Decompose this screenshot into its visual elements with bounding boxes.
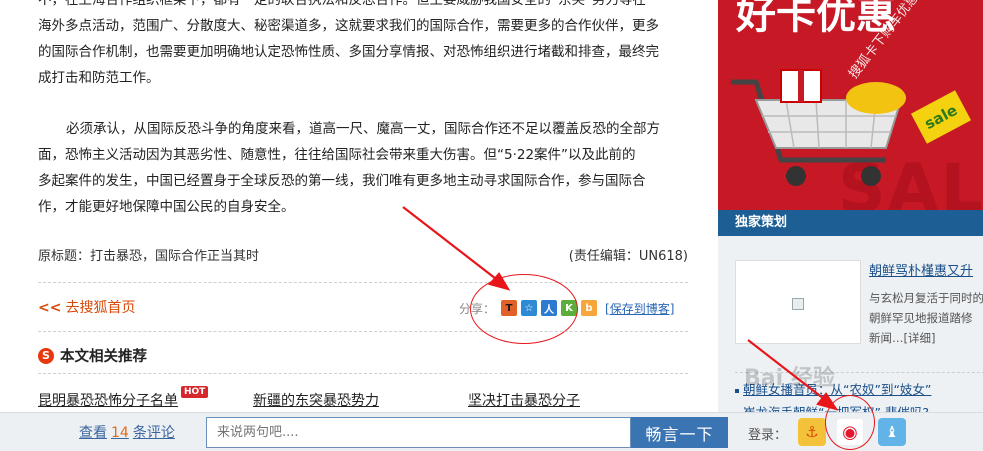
paragraph-line: 不，在上海合作组织框架下，都有一定的联合执法和反恐合作。但主要威胁我国安全的“东… xyxy=(38,0,646,8)
related-link[interactable]: 新疆的东突暴恐势力 xyxy=(253,390,379,410)
paragraph-line: 海外多点活动，范围广、分散度大、秘密渠道多，这就要求我们的国际合作，需要更多的合… xyxy=(38,18,659,34)
feature-title-link[interactable]: 朝鲜骂朴槿惠又升 xyxy=(869,260,973,279)
sohu-home-link[interactable]: << 去搜狐首页 xyxy=(38,297,135,317)
feature-text: 朝鲜罕见地报道踏修 xyxy=(869,311,973,325)
double-chevron-left-icon: << xyxy=(38,300,62,316)
view-suffix: 条评论 xyxy=(132,425,175,441)
article-column: 不，在上海合作组织框架下，都有一定的联合执法和反恐合作。但主要威胁我国安全的“东… xyxy=(0,0,705,451)
original-title: 原标题：打击暴恐，国际合作正当其时 xyxy=(38,249,260,264)
home-link-label: 去搜狐首页 xyxy=(65,300,136,316)
related-heading-label: 本文相关推荐 xyxy=(60,349,147,365)
qq-login-icon[interactable]: ♝ xyxy=(878,418,906,446)
ad-banner[interactable]: SAL 好卡优惠 搜狐卡下购车优惠 sale xyxy=(718,0,983,210)
exclusive-heading: 独家策划 xyxy=(718,210,983,236)
annotation-circle xyxy=(470,274,578,344)
sohu-login-icon[interactable]: ⚓ xyxy=(798,418,826,446)
watermark: Bai 经验 xyxy=(744,366,835,391)
sohu-blog-icon[interactable]: b xyxy=(581,300,598,316)
comment-input[interactable] xyxy=(206,417,631,448)
paragraph-line: 的国际合作机制，也需要更加明确地认定恐怖性质、多国分享情报、对恐怖组织进行堵截和… xyxy=(38,44,659,60)
editor-credit: (责任编辑：UN618) xyxy=(568,249,688,264)
feature-text: 与玄松月复活于同时的 xyxy=(869,291,983,305)
broken-image-icon xyxy=(792,298,804,310)
comment-count: 14 xyxy=(111,425,129,441)
related-link[interactable]: 坚决打击暴恐分子 xyxy=(468,390,580,410)
sohu-logo-icon: S xyxy=(38,347,54,364)
related-heading: S 本文相关推荐 xyxy=(38,345,147,366)
related-link[interactable]: 昆明暴恐恐怖分子名单 xyxy=(38,390,178,410)
divider xyxy=(38,282,688,283)
feature-text: 新闻…[详细] xyxy=(869,331,936,345)
sina-weibo-login-icon[interactable]: ◉ xyxy=(836,418,864,446)
save-to-blog-link[interactable]: [保存到博客] xyxy=(605,300,674,317)
paragraph-line: 作，才能更好地保障中国公民的自身安全。 xyxy=(38,199,295,215)
hot-badge: HOT xyxy=(181,386,209,398)
login-label: 登录： xyxy=(748,428,788,443)
feature-thumbnail[interactable] xyxy=(735,260,861,344)
paragraph-line: 面，恐怖主义活动因为其恶劣性、随意性，往往给国际社会带来重大伤害。但“5·22案… xyxy=(38,147,636,163)
article-paragraph-1: 不，在上海合作组织框架下，都有一定的联合执法和反恐合作。但主要威胁我国安全的“东… xyxy=(38,0,690,91)
comment-bar: 查看14条评论 畅言一下 登录： ⚓ ◉ ♝ xyxy=(0,412,983,451)
paragraph-line: 成打击和防范工作。 xyxy=(38,70,160,86)
article-paragraph-2: 必须承认，从国际反恐斗争的角度来看，道高一尺、魔高一丈，国际合作还不足以覆盖反恐… xyxy=(38,116,690,220)
divider xyxy=(38,331,688,332)
view-comments-link[interactable]: 查看 14 条评论 xyxy=(79,422,175,442)
submit-comment-button[interactable]: 畅言一下 xyxy=(631,417,728,448)
divider xyxy=(38,373,688,374)
paragraph-line: 必须承认，从国际反恐斗争的角度来看，道高一尺、魔高一丈，国际合作还不足以覆盖反恐… xyxy=(66,121,660,137)
paragraph-line: 多起案件的发生，中国已经置身于全球反恐的第一线，我们唯有更多地主动寻求国际合作，… xyxy=(38,173,646,189)
view-prefix: 查看 xyxy=(79,425,107,441)
shopping-cart-icon xyxy=(731,69,906,186)
bullet-icon xyxy=(735,388,739,393)
